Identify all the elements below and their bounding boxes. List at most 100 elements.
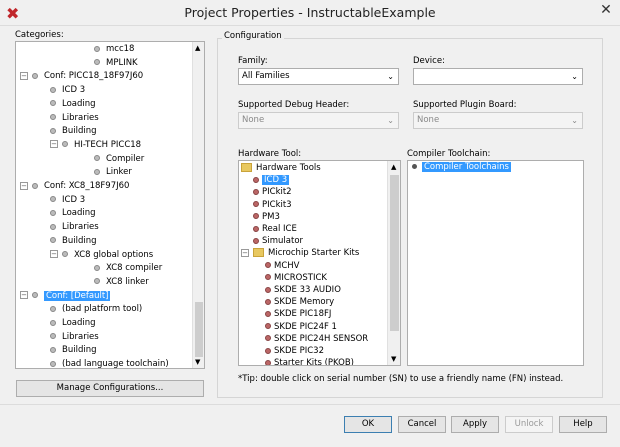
category-item[interactable]: (bad platform tool) — [50, 303, 142, 316]
category-label: MPLINK — [106, 57, 138, 68]
plugin-board-select[interactable]: None ⌄ — [413, 112, 583, 129]
category-label: XC8 linker — [106, 276, 149, 287]
hardware-tool-item[interactable]: SKDE 33 AUDIO — [265, 284, 341, 297]
collapse-icon[interactable]: − — [20, 181, 28, 190]
tool-icon — [265, 335, 271, 342]
hardware-tool-item[interactable]: ICD 3 — [253, 174, 290, 187]
scroll-thumb[interactable] — [390, 175, 399, 331]
categories-tree[interactable]: mcc18 MPLINK − Conf: PICC18_18F97J60 ICD 3 Lo… — [15, 41, 205, 369]
category-item[interactable]: − XC8 global options — [50, 249, 153, 262]
apply-button[interactable]: Apply — [451, 416, 499, 433]
category-item[interactable]: ICD 3 — [50, 194, 85, 207]
category-item[interactable]: Linker — [94, 166, 132, 179]
category-item[interactable]: Building — [50, 125, 96, 138]
family-select[interactable]: All Families ⌄ — [238, 68, 399, 85]
hardware-tool-item[interactable]: − Microchip Starter Kits — [241, 247, 359, 260]
collapse-icon[interactable]: − — [20, 291, 28, 300]
category-item[interactable]: XC8 linker — [94, 276, 149, 289]
help-button[interactable]: Help — [559, 416, 607, 433]
hardware-tool-label: SKDE PIC24F 1 — [274, 321, 337, 332]
toolchain-item[interactable]: Compiler Toolchains — [412, 161, 511, 174]
node-icon — [50, 305, 56, 312]
category-item[interactable]: (bad language toolchain) — [50, 358, 169, 368]
node-icon — [32, 182, 38, 189]
scroll-up-icon[interactable]: ▲ — [391, 163, 396, 171]
collapse-icon[interactable]: − — [50, 140, 58, 149]
scroll-down-icon[interactable]: ▼ — [391, 355, 396, 363]
hardware-tool-item[interactable]: Hardware Tools — [241, 162, 321, 175]
scroll-thumb[interactable] — [195, 302, 203, 357]
debug-header-select[interactable]: None ⌄ — [238, 112, 399, 129]
tool-icon — [253, 176, 259, 183]
category-label: ICD 3 — [62, 85, 86, 96]
category-item[interactable]: Loading — [50, 98, 96, 111]
category-item[interactable]: − Conf: PICC18_18F97J60 — [20, 70, 143, 83]
hardware-tool-item[interactable]: SKDE Memory — [265, 296, 334, 309]
chevron-down-icon: ⌄ — [571, 72, 578, 81]
divider — [0, 404, 620, 405]
category-item[interactable]: Loading — [50, 317, 96, 330]
collapse-icon[interactable]: − — [50, 250, 58, 258]
category-item[interactable]: Building — [50, 344, 96, 357]
tip-text: *Tip: double click on serial number (SN)… — [238, 374, 564, 384]
tool-icon — [265, 347, 271, 354]
hardware-tool-item[interactable]: Real ICE — [253, 223, 297, 236]
category-item[interactable]: Compiler — [94, 153, 144, 166]
category-item[interactable]: Libraries — [50, 112, 99, 125]
ok-button[interactable]: OK — [344, 416, 392, 433]
category-item[interactable]: mcc18 — [94, 43, 134, 56]
category-item[interactable]: Libraries — [50, 331, 99, 344]
hardware-tool-label: Starter Kits (PKOB) — [274, 358, 354, 366]
categories-scrollbar[interactable]: ▲ ▼ — [192, 42, 204, 368]
bullet-icon — [412, 164, 417, 169]
folder-icon — [253, 248, 264, 258]
collapse-icon[interactable]: − — [241, 248, 249, 257]
family-value: All Families — [242, 71, 290, 81]
hardware-tool-label: MCHV — [274, 260, 300, 271]
collapse-icon[interactable]: − — [20, 71, 28, 80]
node-icon — [50, 196, 56, 203]
toolchain-label: Compiler Toolchains — [422, 162, 511, 172]
category-item[interactable]: − Conf: XC8_18F97J60 — [20, 180, 129, 193]
category-item[interactable]: ICD 3 — [50, 84, 85, 97]
hardware-tool-item[interactable]: SKDE PIC32 — [265, 345, 324, 358]
hardware-tool-item[interactable]: PICkit3 — [253, 199, 292, 212]
category-item[interactable]: Loading — [50, 207, 96, 220]
hardware-tool-label: SKDE Memory — [274, 297, 335, 308]
manage-configurations-button[interactable]: Manage Configurations... — [16, 380, 204, 397]
node-icon — [62, 141, 68, 148]
hardware-tool-item[interactable]: PICkit2 — [253, 186, 292, 199]
hardware-tool-label: SKDE PIC24H SENSOR — [274, 333, 369, 344]
hardware-scrollbar[interactable]: ▲ ▼ — [387, 161, 400, 365]
scroll-up-icon[interactable]: ▲ — [195, 44, 200, 52]
family-label: Family: — [238, 56, 268, 66]
window-title: Project Properties - InstructableExample — [184, 5, 436, 20]
hardware-tool-item[interactable]: MICROSTICK — [265, 272, 327, 285]
hardware-tool-item[interactable]: Simulator — [253, 235, 303, 248]
scroll-down-icon[interactable]: ▼ — [195, 358, 200, 366]
hardware-tool-item[interactable]: SKDE PIC24F 1 — [265, 321, 337, 334]
hardware-tool-item[interactable]: SKDE PIC24H SENSOR — [265, 333, 368, 346]
category-item[interactable]: XC8 compiler — [94, 262, 162, 275]
compiler-toolchain-list[interactable]: Compiler Toolchains — [407, 160, 584, 366]
hardware-tool-tree[interactable]: Hardware Tools ICD 3 PICkit2 PICkit3 PM3 Real… — [238, 160, 401, 366]
category-item[interactable]: Libraries — [50, 221, 99, 234]
hardware-tool-label: MICROSTICK — [274, 272, 327, 283]
hardware-tool-item[interactable]: Starter Kits (PKOB) — [265, 357, 354, 366]
node-icon — [94, 45, 100, 52]
device-select[interactable]: ⌄ — [413, 68, 583, 85]
tool-icon — [265, 298, 271, 305]
category-item[interactable]: − HI-TECH PICC18 — [50, 139, 141, 152]
hardware-tool-item[interactable]: SKDE PIC18FJ — [265, 308, 331, 321]
category-item[interactable]: − Conf: [Default] — [20, 290, 111, 303]
close-button[interactable]: ✕ — [596, 2, 616, 22]
categories-label: Categories: — [15, 30, 64, 40]
category-item[interactable]: MPLINK — [94, 57, 138, 70]
unlock-button[interactable]: Unlock — [505, 416, 553, 433]
category-item[interactable]: Building — [50, 235, 96, 248]
hardware-tool-item[interactable]: PM3 — [253, 211, 280, 224]
hardware-tool-item[interactable]: MCHV — [265, 260, 299, 273]
device-label: Device: — [413, 56, 445, 66]
cancel-button[interactable]: Cancel — [398, 416, 446, 433]
node-icon — [94, 59, 100, 66]
